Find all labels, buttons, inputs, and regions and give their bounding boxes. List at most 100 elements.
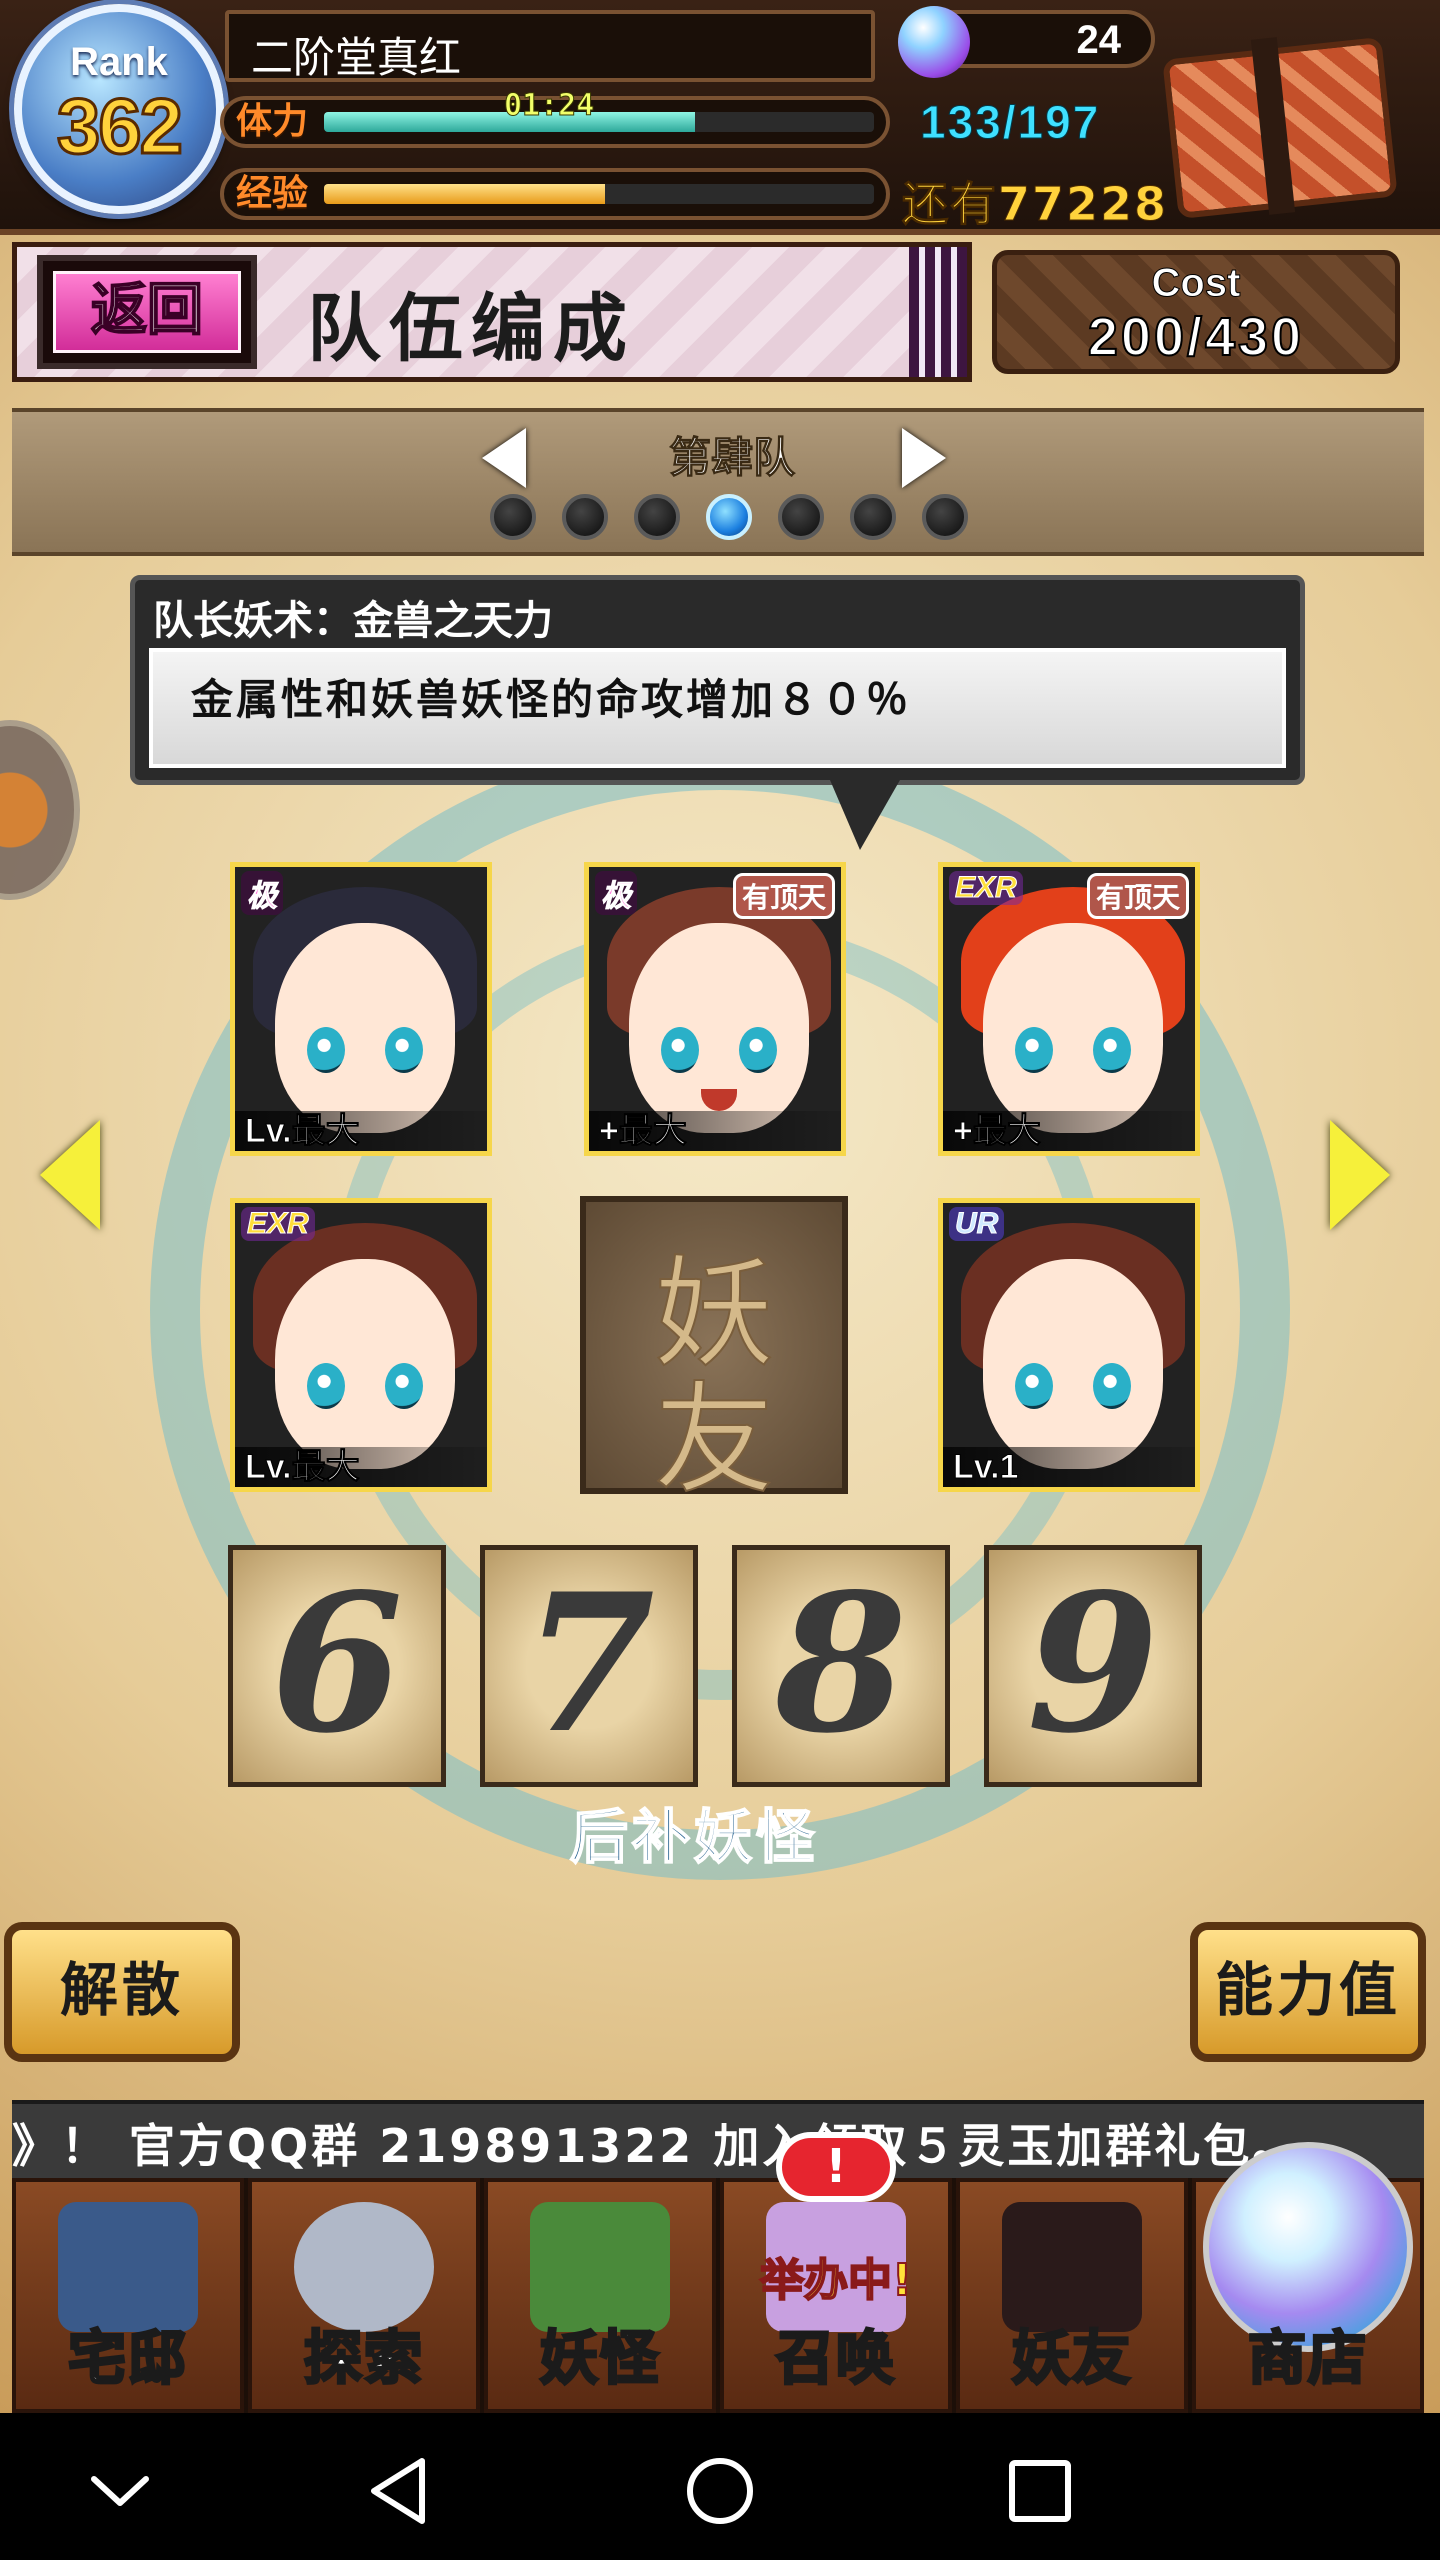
exp-track <box>324 184 874 204</box>
back-button[interactable]: 返回 <box>37 255 257 369</box>
character-eye <box>1015 1363 1053 1409</box>
team-page-dot[interactable] <box>706 494 752 540</box>
spirit-jade-icon <box>898 6 970 78</box>
prev-team-button[interactable] <box>482 422 542 492</box>
nav-summon[interactable]: 举办中! ! 召唤 <box>720 2132 952 2413</box>
nav-mansion[interactable]: 宅邸 <box>12 2178 244 2413</box>
status-bar: Rank 362 二阶堂真红 体力 01:24 经验 24 133/197 还有… <box>0 0 1440 235</box>
team-card-5[interactable]: UR Lv.1 <box>938 1198 1200 1492</box>
character-eye <box>385 1027 423 1073</box>
summon-event-label: 举办中! <box>759 2254 913 2307</box>
nav-friends[interactable]: 妖友 <box>956 2178 1188 2413</box>
bench-slot-7[interactable]: 7 <box>480 1545 698 1787</box>
character-portrait <box>235 1203 487 1487</box>
nav-label: 妖友 <box>1010 2323 1132 2394</box>
rank-badge[interactable]: Rank 362 <box>14 4 224 214</box>
friend-slot[interactable]: 妖 友 <box>580 1196 848 1511</box>
next-page-arrow[interactable] <box>1320 1110 1400 1240</box>
nav-yokai[interactable]: 妖怪 <box>484 2178 716 2413</box>
rarity-badge: UR <box>949 1207 1005 1241</box>
card-level: Lv.最大 <box>235 1111 487 1151</box>
alert-badge: ! <box>776 2132 896 2202</box>
back-button-label: 返回 <box>53 271 241 353</box>
arrow-right-icon <box>1330 1120 1390 1230</box>
disband-button[interactable]: 解散 <box>4 1922 240 2062</box>
character-face <box>983 1259 1163 1469</box>
nav-label: 妖怪 <box>538 2323 660 2394</box>
character-eye <box>661 1027 699 1073</box>
leader-skill-panel: 队长妖术：金兽之天力 金属性和妖兽妖怪的命攻增加８０％ <box>130 575 1305 785</box>
team-page-dot[interactable] <box>634 494 680 540</box>
nav-explore[interactable]: 探索 <box>248 2178 480 2413</box>
team-name: 第肆队 <box>668 433 795 483</box>
news-ticker: 》！ 官方QQ群 219891322 加入领取５灵玉加群礼包。 <box>12 2100 1424 2178</box>
character-eye <box>1093 1027 1131 1073</box>
exp-bar: 经验 <box>220 168 890 220</box>
team-selector: 第肆队 <box>12 408 1424 556</box>
rank-value: 362 <box>55 81 184 172</box>
leader-skill-desc-box: 金属性和妖兽妖怪的命攻增加８０％ <box>149 648 1286 768</box>
rarity-badge: EXR <box>949 871 1023 905</box>
back-icon[interactable] <box>360 2451 440 2531</box>
chevron-down-icon[interactable] <box>80 2451 160 2531</box>
side-mascot-icon[interactable] <box>0 720 80 900</box>
team-page-dot[interactable] <box>922 494 968 540</box>
triangle-left-icon <box>482 428 526 488</box>
player-name: 二阶堂真红 <box>251 33 462 82</box>
rarity-badge: EXR <box>241 1207 315 1241</box>
team-page-dot[interactable] <box>490 494 536 540</box>
bench-slot-number: 9 <box>1026 1552 1160 1775</box>
character-face <box>983 923 1163 1133</box>
triangle-right-icon <box>902 428 946 488</box>
friend-slot-char-bottom: 友 <box>653 1370 775 1511</box>
leader-skill-description: 金属性和妖兽妖怪的命攻增加８０％ <box>191 675 912 724</box>
card-level: +最大 <box>589 1111 841 1151</box>
game-screen: Rank 362 二阶堂真红 体力 01:24 经验 24 133/197 还有… <box>0 0 1440 2413</box>
title-banner: 返回 队伍编成 <box>12 242 972 382</box>
arrow-left-icon <box>40 1120 100 1230</box>
bench-slot-number: 6 <box>270 1552 404 1775</box>
bench-slot-6[interactable]: 6 <box>228 1545 446 1787</box>
next-team-button[interactable] <box>902 422 962 492</box>
bench-slot-8[interactable]: 8 <box>732 1545 950 1787</box>
card-level: Lv.最大 <box>235 1447 487 1487</box>
team-card-4[interactable]: EXR Lv.最大 <box>230 1198 492 1492</box>
character-eye <box>1015 1027 1053 1073</box>
prev-page-arrow[interactable] <box>30 1110 110 1240</box>
home-icon[interactable] <box>680 2451 760 2531</box>
cost-panel: Cost 200/430 <box>992 250 1400 374</box>
rank-label: Rank <box>70 40 168 84</box>
rarity-badge: 极 <box>595 871 637 915</box>
card-tag: 有顶天 <box>732 873 835 919</box>
bottom-nav: 宅邸 探索 妖怪 举办中! ! 召唤 妖友 商店 <box>12 2132 1424 2413</box>
stats-button[interactable]: 能力值 <box>1190 1922 1426 2062</box>
team-page-dots <box>490 494 968 540</box>
character-eye <box>1093 1363 1131 1409</box>
nav-label: 召唤 <box>774 2323 896 2394</box>
gift-box-icon[interactable] <box>1160 8 1410 220</box>
exp-label: 经验 <box>236 173 309 214</box>
nav-label: 商店 <box>1246 2323 1368 2394</box>
stamina-track <box>324 112 874 132</box>
team-page-dot[interactable] <box>562 494 608 540</box>
team-card-2[interactable]: 极 有顶天 +最大 <box>584 862 846 1156</box>
team-page-dot[interactable] <box>778 494 824 540</box>
bench-slot-9[interactable]: 9 <box>984 1545 1202 1787</box>
team-card-3[interactable]: EXR 有顶天 +最大 <box>938 862 1200 1156</box>
gem-counter[interactable]: 24 <box>898 6 1155 78</box>
recents-icon[interactable] <box>1000 2451 1080 2531</box>
stamina-label: 体力 <box>236 101 309 142</box>
rarity-badge: 极 <box>241 871 283 915</box>
team-card-1[interactable]: 极 Lv.最大 <box>230 862 492 1156</box>
cost-value: 200/430 <box>1087 306 1305 368</box>
team-page-dot[interactable] <box>850 494 896 540</box>
card-level: Lv.1 <box>943 1447 1195 1487</box>
gem-count: 24 <box>1076 18 1122 62</box>
nav-label: 探索 <box>302 2323 424 2394</box>
nav-shop[interactable]: 商店 <box>1192 2142 1424 2413</box>
character-eye <box>385 1363 423 1409</box>
exp-remaining: 还有77228 <box>901 177 1169 232</box>
speech-bubble-tail <box>830 780 900 850</box>
bench-slot-number: 7 <box>522 1552 656 1775</box>
player-name-box: 二阶堂真红 <box>225 10 875 82</box>
